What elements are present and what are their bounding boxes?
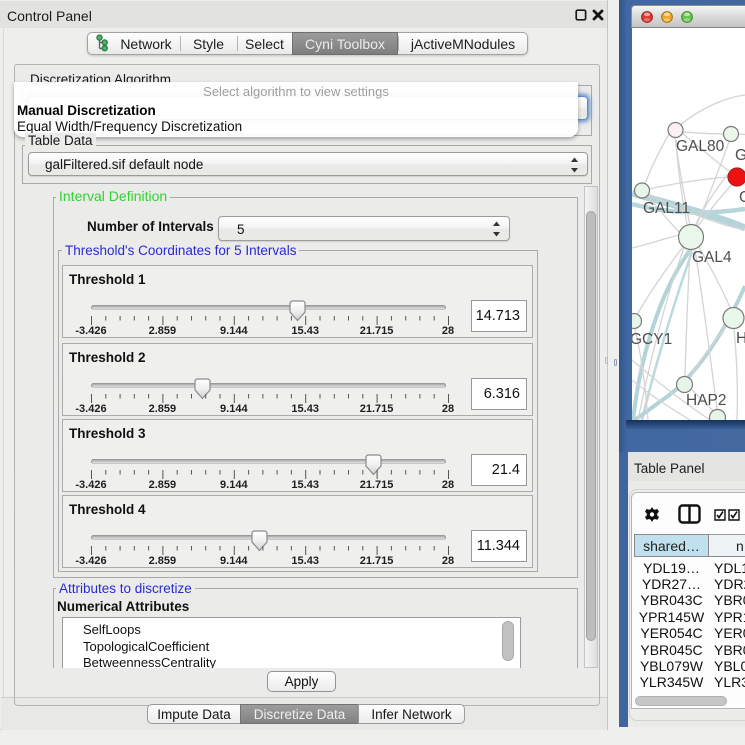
svg-text:GAL11: GAL11 [643,200,690,217]
svg-text:GAL80: GAL80 [676,138,725,155]
svg-text:G.: G. [735,147,745,164]
svg-text:HAP2: HAP2 [686,392,727,409]
svg-text:GCY1: GCY1 [632,331,672,348]
svg-text:H: H [736,330,745,347]
svg-text:C: C [739,189,745,206]
svg-text:GAL4: GAL4 [692,249,732,266]
